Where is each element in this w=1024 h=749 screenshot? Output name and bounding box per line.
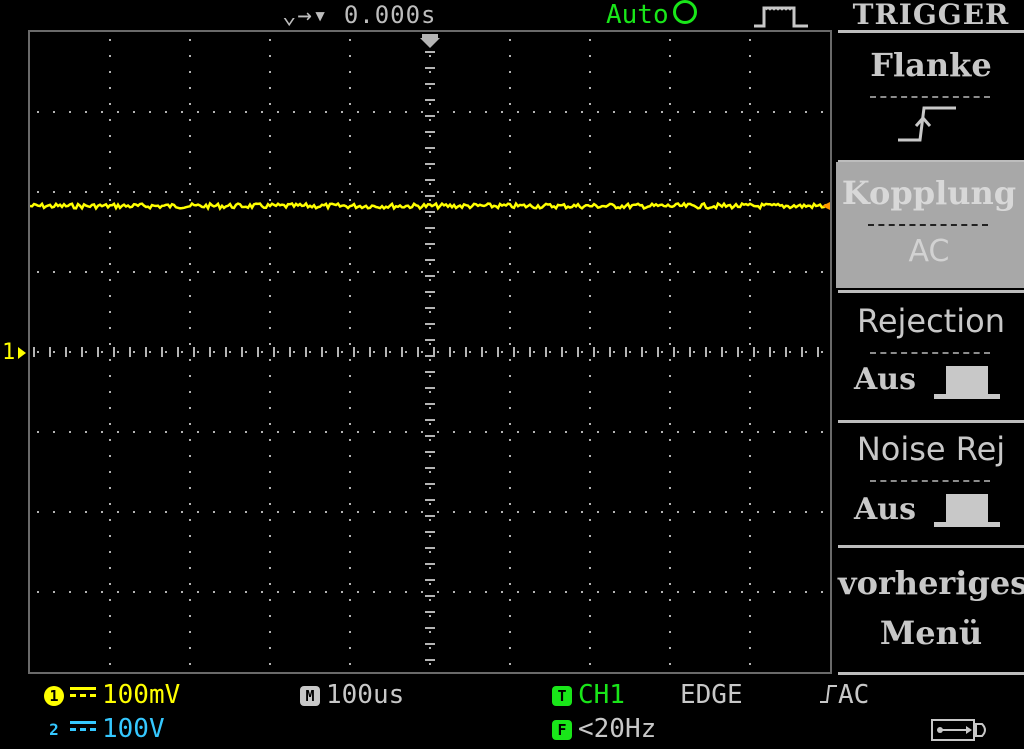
top-status-bar: ⌄→▾ 0.000s Auto [0, 0, 835, 32]
menu-item-label: Noise Rej [856, 430, 1006, 468]
menu-separator [838, 290, 1024, 293]
menu-separator [838, 672, 1024, 675]
trigger-badge: T [552, 686, 572, 706]
frequency-value: <20Hz [578, 714, 657, 744]
menu-divider-dashed [870, 352, 990, 354]
trigger-position-marker [420, 38, 440, 48]
menu-separator [838, 30, 1024, 33]
frequency-badge: F [552, 720, 572, 740]
menu-item-kopplung[interactable]: Kopplung AC [836, 162, 1024, 288]
menu-item-label: Flanke [870, 46, 992, 84]
menu-item-label: Kopplung [841, 174, 1017, 212]
menu-title: TRIGGER [852, 0, 1010, 31]
trigger-slope-coupling: AC [818, 680, 869, 710]
horizontal-position-value: 0.000s [343, 1, 437, 29]
channel-1-volts-div: 100mV [102, 680, 181, 710]
channel-1-arrow-icon [18, 347, 26, 359]
usb-icon [931, 719, 986, 741]
channel-2-scale: 2 100V [44, 714, 165, 744]
trigger-source: T CH1 [552, 680, 625, 710]
filter-pulse-icon [934, 494, 1000, 527]
channel-2-volts-div: 100V [102, 714, 165, 744]
trigger-type: EDGE [680, 680, 743, 710]
main-timebase-badge: M [300, 686, 320, 706]
rising-edge-pulse-icon [754, 6, 808, 28]
trigger-mode-label: Auto [606, 0, 669, 30]
waveform-display[interactable] [30, 32, 830, 672]
trigger-source-value: CH1 [578, 680, 625, 710]
menu-item-value: Aus [854, 362, 916, 397]
time-per-div: 100us [326, 680, 405, 710]
trigger-menu: TRIGGER Flanke Kopplung AC Rejection Aus… [836, 0, 1024, 680]
trigger-position-icon: ⌄→▾ [282, 1, 329, 29]
channel-2-badge: 2 [49, 720, 59, 739]
menu-divider-dashed [870, 480, 990, 482]
graticule [30, 34, 830, 665]
menu-item-flanke[interactable]: Flanke [838, 44, 1024, 154]
trigger-coupling-value: AC [838, 680, 870, 710]
menu-item-value: Aus [854, 492, 916, 527]
menu-item-value: Menü [879, 614, 983, 652]
channel-1-level-marker: 1 [2, 340, 16, 365]
previous-menu-button[interactable]: vorheriges Menü [838, 560, 1024, 668]
menu-separator [838, 420, 1024, 423]
menu-item-label: vorheriges [838, 564, 1024, 602]
trigger-mode-status: Auto [606, 0, 697, 29]
menu-item-value: AC [908, 234, 950, 269]
frequency-readout: F <20Hz [552, 714, 656, 744]
filter-pulse-icon [934, 366, 1000, 399]
channel-1-scale: 1 100mV [44, 680, 180, 710]
rising-edge-small-icon [820, 685, 837, 703]
channel-1-badge: 1 [44, 686, 64, 706]
menu-item-rejection[interactable]: Rejection Aus [838, 298, 1024, 418]
time-scale: M 100us [300, 680, 404, 710]
rising-edge-icon [898, 106, 956, 142]
menu-divider-dashed [868, 224, 988, 226]
trigger-level-marker [822, 202, 830, 210]
horizontal-position-readout: ⌄→▾ 0.000s [282, 0, 437, 30]
menu-separator [838, 545, 1024, 548]
dc-coupling-icon [70, 687, 96, 697]
menu-item-label: Rejection [857, 302, 1005, 340]
menu-item-noise-rej[interactable]: Noise Rej Aus [838, 428, 1024, 540]
dc-coupling-icon [70, 721, 96, 731]
channel-1-trace [30, 201, 827, 212]
menu-divider-dashed [870, 96, 990, 98]
trigger-status-circle-icon [672, 0, 697, 24]
